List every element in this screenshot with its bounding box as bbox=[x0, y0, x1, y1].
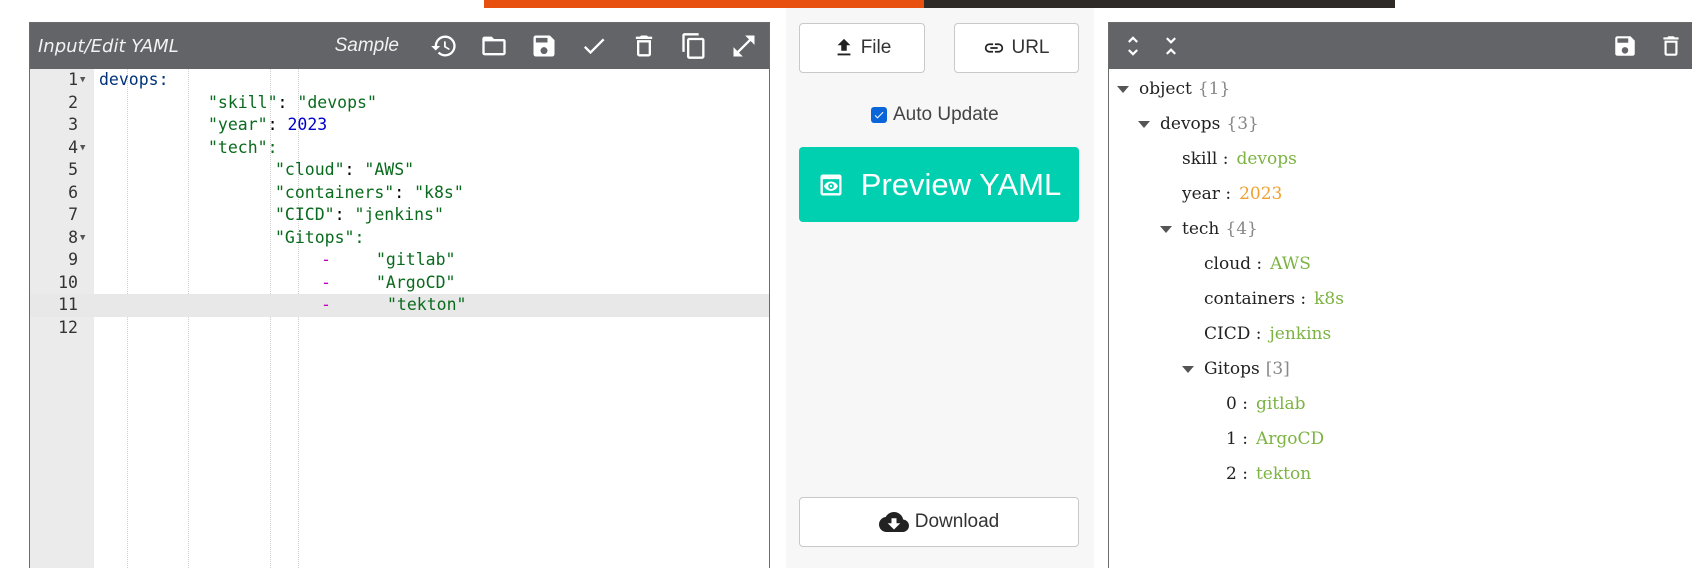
preview-yaml-button[interactable]: Preview YAML bbox=[799, 147, 1079, 222]
tree-node-gitops[interactable]: Gitops [3] bbox=[1182, 358, 1290, 380]
delete-icon[interactable] bbox=[619, 23, 669, 69]
banner-strip bbox=[484, 0, 924, 8]
editor-toolbar: Input/Edit YAML Sample bbox=[30, 23, 769, 69]
code-line: 4 ▼ "tech": bbox=[30, 137, 769, 160]
line-number: 11 bbox=[58, 295, 78, 314]
tree-leaf-cloud: cloud : AWS bbox=[1204, 254, 1311, 274]
line-number: 9 bbox=[68, 250, 78, 269]
validate-check-icon[interactable] bbox=[569, 23, 619, 69]
save-tree-icon[interactable] bbox=[1603, 23, 1647, 69]
code-line: 8 ▼ "Gitops": bbox=[30, 227, 769, 250]
list-dash: - bbox=[321, 295, 331, 314]
auto-update-label: Auto Update bbox=[893, 104, 999, 125]
copy-icon[interactable] bbox=[669, 23, 719, 69]
tree-leaf-skill: skill : devops bbox=[1182, 149, 1297, 169]
preview-eye-icon bbox=[820, 174, 842, 195]
yaml-editor-panel: Input/Edit YAML Sample 1 ▼ devops: 2 "sk… bbox=[29, 22, 770, 568]
line-number: 10 bbox=[58, 272, 78, 292]
code-line: 2 "skill": "devops" bbox=[30, 92, 769, 115]
auto-update-checkbox[interactable] bbox=[871, 107, 887, 123]
yaml-key: devops: bbox=[99, 70, 169, 89]
url-button-label: URL bbox=[1011, 37, 1050, 58]
download-button[interactable]: Download bbox=[799, 497, 1079, 547]
code-line: 3 "year": 2023 bbox=[30, 114, 769, 137]
tree-leaf-gitops-1: 1 : ArgoCD bbox=[1226, 429, 1325, 449]
line-number: 12 bbox=[58, 317, 78, 337]
line-number: 3 bbox=[68, 115, 78, 134]
actions-panel: File URL Auto Update Preview YAML Downlo… bbox=[786, 8, 1094, 568]
yaml-key: "skill" bbox=[208, 92, 278, 112]
auto-update-toggle[interactable]: Auto Update bbox=[871, 104, 999, 126]
code-line: 6 "containers": "k8s" bbox=[30, 182, 769, 205]
tree-view-panel: object {1} devops {3} skill : devops year :… bbox=[1108, 22, 1692, 568]
yaml-key: "year" bbox=[208, 115, 268, 134]
file-button-label: File bbox=[860, 37, 892, 58]
upload-icon bbox=[837, 38, 851, 56]
code-line: 12 bbox=[30, 317, 769, 340]
list-dash: - bbox=[321, 272, 331, 292]
yaml-key: "tech": bbox=[208, 137, 278, 157]
yaml-key: "cloud" bbox=[275, 160, 345, 179]
line-number: 6 bbox=[68, 182, 78, 202]
preview-button-label: Preview YAML bbox=[860, 166, 1062, 202]
sample-button[interactable]: Sample bbox=[335, 35, 399, 57]
editor-title: Input/Edit YAML bbox=[38, 35, 179, 57]
list-dash: - bbox=[321, 250, 331, 269]
yaml-value: "ArgoCD" bbox=[376, 272, 456, 292]
save-icon[interactable] bbox=[519, 23, 569, 69]
line-number: 5 bbox=[68, 160, 78, 179]
code-line: 1 ▼ devops: bbox=[30, 69, 769, 92]
banner-image-strip bbox=[924, 0, 1395, 8]
yaml-value: "AWS" bbox=[364, 160, 415, 179]
fold-arrow-icon[interactable]: ▼ bbox=[80, 69, 85, 92]
yaml-value: "k8s" bbox=[414, 182, 464, 202]
tree-leaf-containers: containers : k8s bbox=[1204, 289, 1344, 309]
cloud-download-icon bbox=[878, 512, 909, 532]
yaml-key: "Gitops": bbox=[275, 227, 365, 247]
open-folder-icon[interactable] bbox=[469, 23, 519, 69]
history-icon[interactable] bbox=[419, 23, 469, 69]
delete-tree-icon[interactable] bbox=[1649, 23, 1692, 69]
yaml-key: "CICD" bbox=[275, 205, 335, 224]
tree-node-devops[interactable]: devops {3} bbox=[1138, 113, 1259, 135]
code-line-active: 11 - "tekton" bbox=[30, 294, 769, 317]
line-number: 7 bbox=[68, 205, 78, 224]
code-line: 9 - "gitlab" bbox=[30, 249, 769, 272]
yaml-value: "devops" bbox=[297, 92, 377, 112]
tree-leaf-year: year :2023 bbox=[1182, 184, 1283, 204]
code-editor[interactable]: 1 ▼ devops: 2 "skill": "devops" 3 "year"… bbox=[30, 69, 769, 568]
code-line: 10 - "ArgoCD" bbox=[30, 272, 769, 295]
collapse-caret-icon[interactable] bbox=[1138, 121, 1150, 128]
tree-node-object[interactable]: object {1} bbox=[1117, 78, 1230, 100]
line-number: 1 bbox=[68, 70, 78, 89]
yaml-key: "containers" bbox=[275, 182, 395, 202]
fold-arrow-icon[interactable]: ▼ bbox=[80, 227, 85, 250]
collapse-caret-icon[interactable] bbox=[1160, 226, 1172, 233]
yaml-value: 2023 bbox=[287, 115, 328, 134]
file-upload-button[interactable]: File bbox=[799, 23, 925, 73]
collapse-all-icon[interactable] bbox=[1149, 23, 1193, 69]
tree-leaf-cicd: CICD : jenkins bbox=[1204, 324, 1332, 344]
fullscreen-icon[interactable] bbox=[719, 23, 769, 69]
link-icon bbox=[985, 43, 1004, 53]
tree-node-tech[interactable]: tech {4} bbox=[1160, 218, 1258, 240]
tree-leaf-gitops-0: 0 : gitlab bbox=[1226, 394, 1306, 414]
url-button[interactable]: URL bbox=[954, 23, 1079, 73]
line-number: 8 bbox=[68, 227, 78, 247]
code-line: 7 "CICD": "jenkins" bbox=[30, 204, 769, 227]
tree-leaf-gitops-2: 2 : tekton bbox=[1226, 464, 1312, 484]
yaml-value: "jenkins" bbox=[354, 205, 444, 224]
fold-arrow-icon[interactable]: ▼ bbox=[80, 137, 85, 160]
collapse-caret-icon[interactable] bbox=[1117, 86, 1129, 93]
tree-toolbar bbox=[1109, 23, 1692, 69]
yaml-value: "gitlab" bbox=[376, 250, 456, 269]
code-line: 5 "cloud": "AWS" bbox=[30, 159, 769, 182]
download-button-label: Download bbox=[914, 511, 1000, 532]
collapse-caret-icon[interactable] bbox=[1182, 366, 1194, 373]
yaml-value: "tekton" bbox=[387, 295, 467, 314]
line-number: 2 bbox=[68, 92, 78, 112]
line-number: 4 bbox=[68, 137, 78, 157]
